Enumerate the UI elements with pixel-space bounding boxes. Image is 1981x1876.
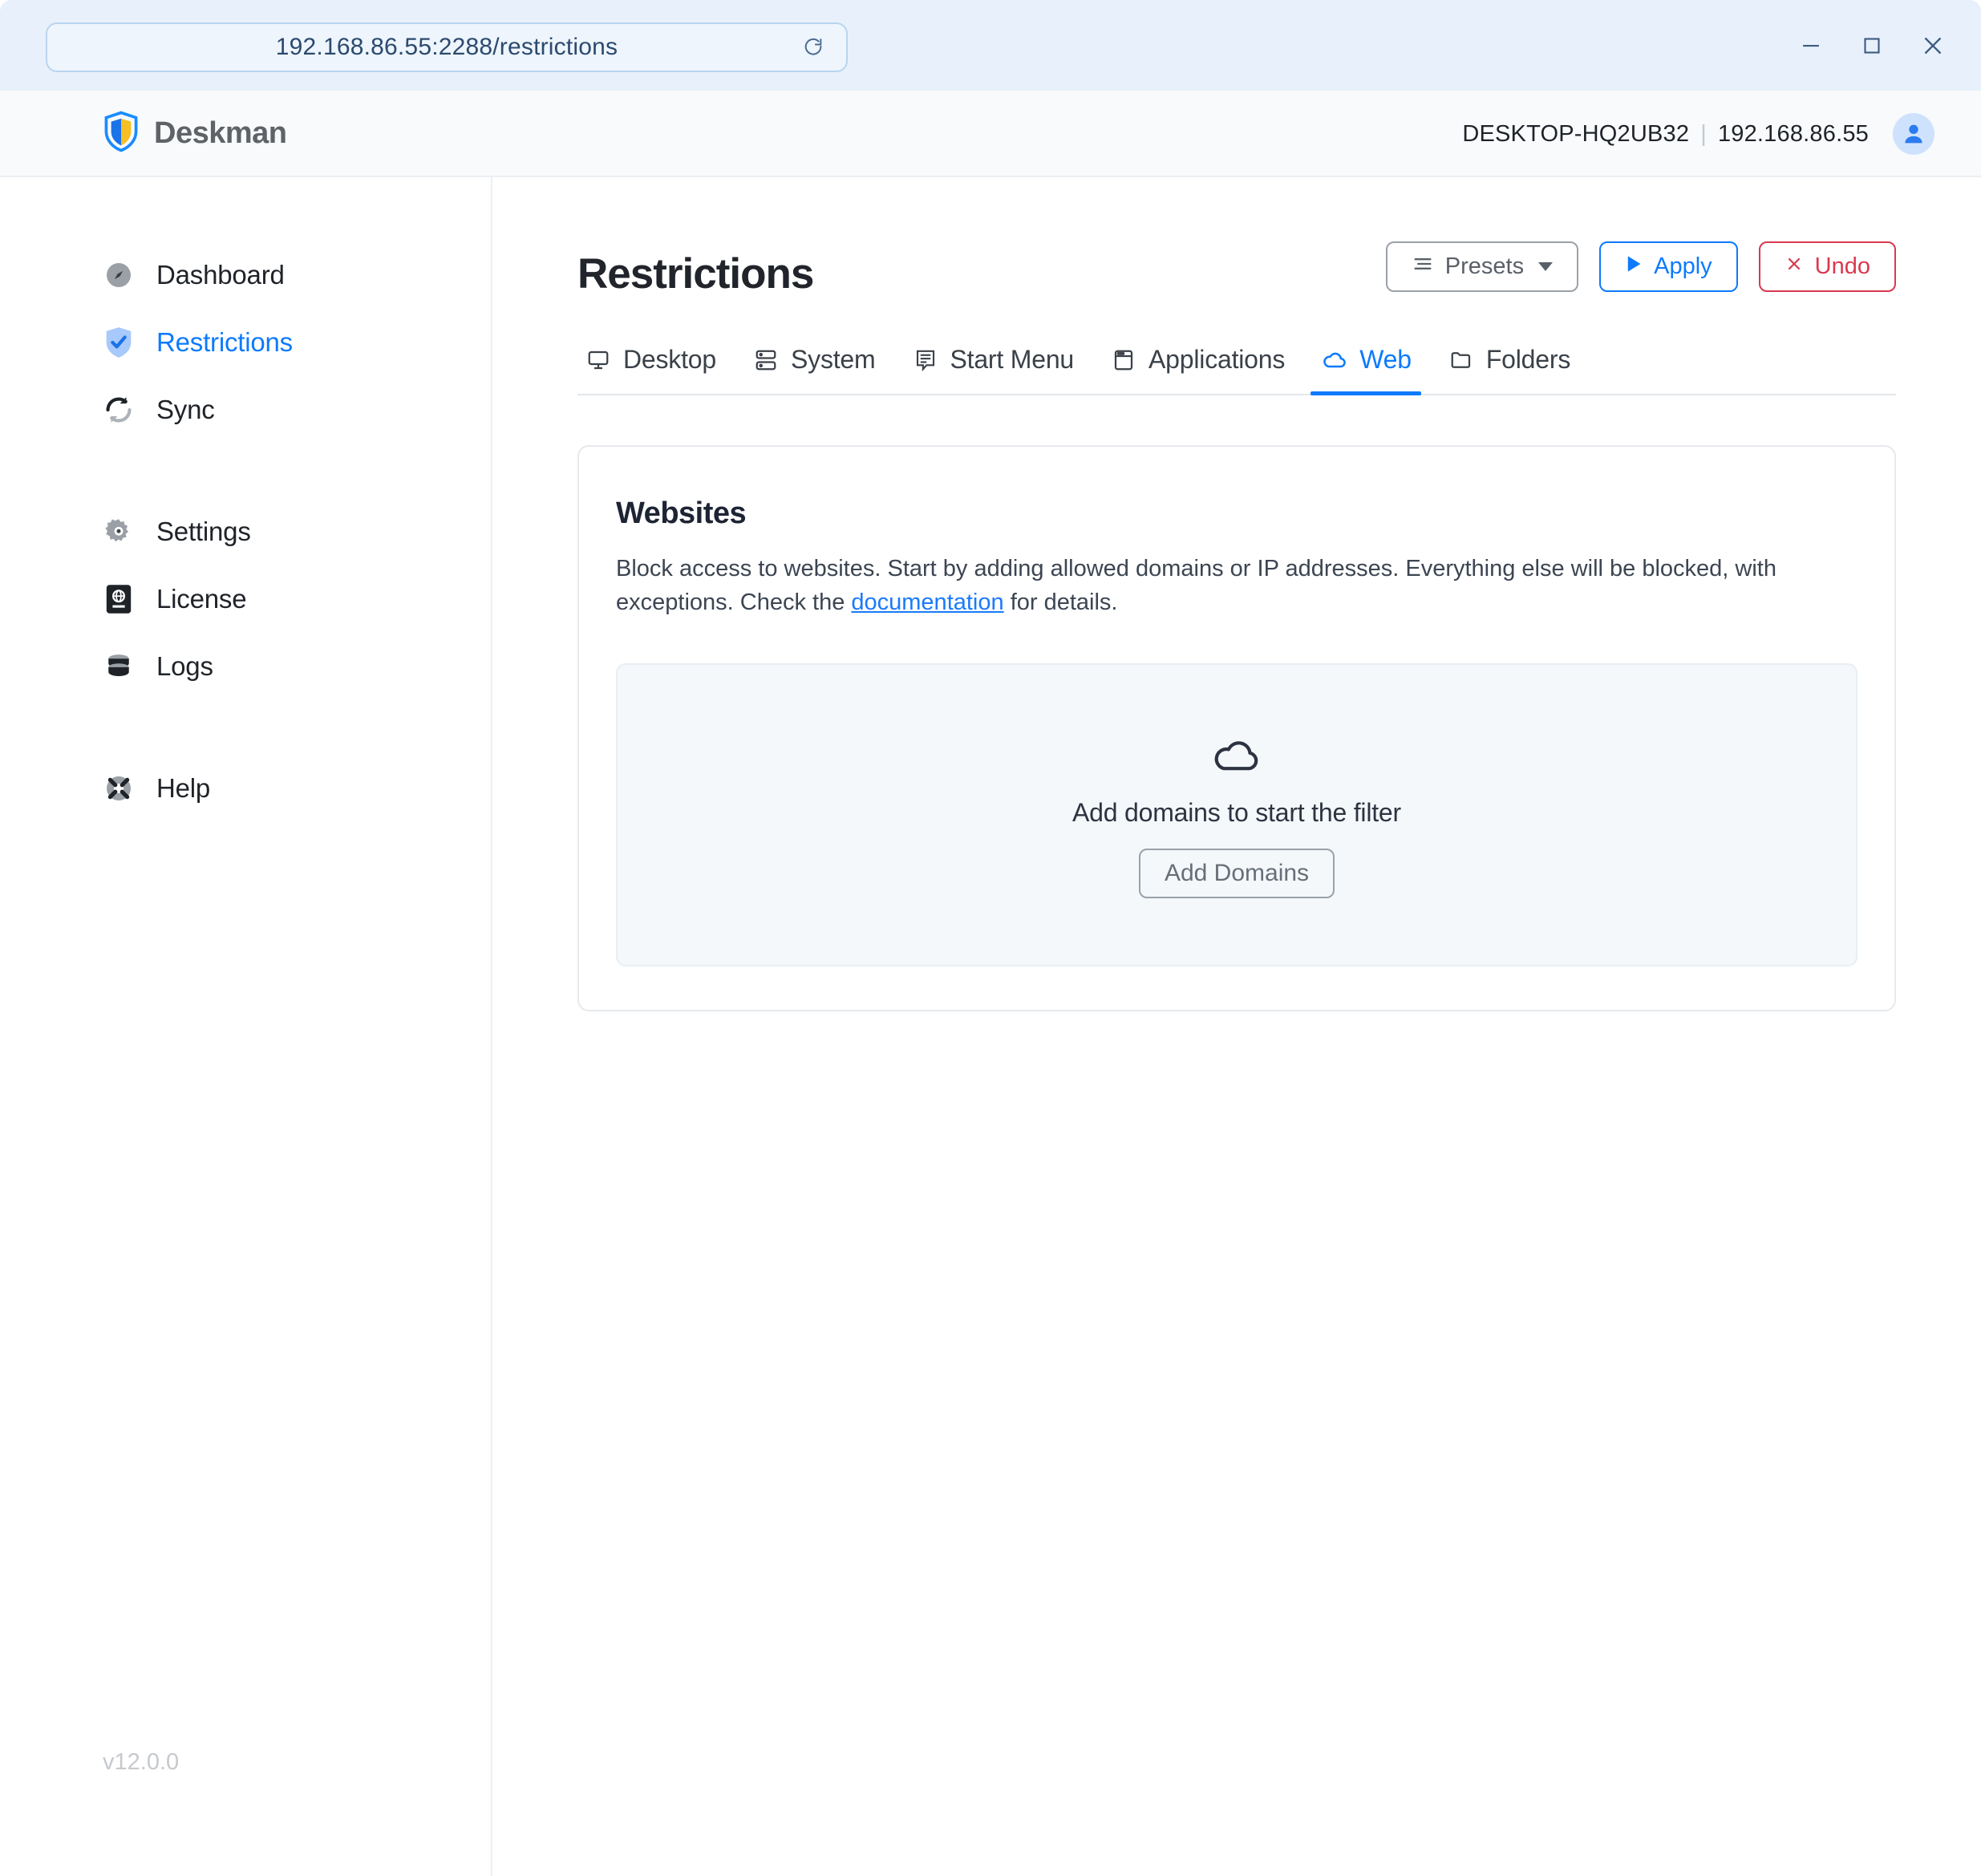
tab-web[interactable]: Web (1302, 345, 1429, 395)
undo-button[interactable]: Undo (1758, 241, 1896, 292)
sidebar-item-restrictions[interactable]: Restrictions (0, 309, 491, 376)
sidebar-item-label: License (156, 584, 247, 614)
sync-arrows-icon (103, 394, 135, 426)
host-name: DESKTOP-HQ2UB32 (1462, 120, 1690, 147)
apply-label: Apply (1654, 253, 1712, 279)
sidebar-item-settings[interactable]: Settings (0, 498, 491, 565)
sidebar-nav: Dashboard Restrictions Sync Settings Lic… (0, 177, 491, 822)
host-separator: | (1700, 120, 1707, 147)
database-icon (103, 650, 135, 683)
sidebar-item-label: Logs (156, 651, 213, 681)
tab-folders[interactable]: Folders (1429, 345, 1588, 394)
app-window-icon (1109, 346, 1138, 375)
sidebar-item-dashboard[interactable]: Dashboard (0, 241, 491, 309)
main-content: Restrictions Presets Apply Undo Desktop … (492, 177, 1981, 1876)
page-actions: Presets Apply Undo (1385, 241, 1896, 292)
tab-label: Start Menu (950, 345, 1075, 374)
compass-icon (103, 259, 135, 291)
sidebar-item-logs[interactable]: Logs (0, 633, 491, 700)
sidebar-item-label: Dashboard (156, 260, 285, 290)
app-header: Deskman DESKTOP-HQ2UB32 | 192.168.86.55 (0, 91, 1981, 177)
card-desc-after: for details. (1003, 590, 1118, 616)
tab-label: Desktop (623, 345, 716, 374)
sidebar-item-label: Restrictions (156, 327, 293, 357)
empty-state-text: Add domains to start the filter (1072, 797, 1401, 827)
host-info: DESKTOP-HQ2UB32 | 192.168.86.55 (1462, 121, 1869, 148)
undo-label: Undo (1814, 253, 1870, 279)
brand-name: Deskman (154, 115, 287, 150)
url-bar[interactable]: 192.168.86.55:2288/restrictions (46, 22, 848, 72)
window-titlebar: 192.168.86.55:2288/restrictions (0, 0, 1981, 91)
apply-button[interactable]: Apply (1599, 241, 1738, 292)
play-icon (1625, 253, 1643, 280)
sidebar-item-sync[interactable]: Sync (0, 376, 491, 444)
tab-label: Web (1359, 345, 1412, 374)
url-text: 192.168.86.55:2288/restrictions (275, 34, 618, 60)
shield-check-icon (103, 326, 135, 359)
header-right: DESKTOP-HQ2UB32 | 192.168.86.55 (1462, 91, 1934, 177)
user-avatar-icon[interactable] (1893, 113, 1934, 155)
maximize-button[interactable] (1841, 15, 1902, 76)
window-controls (1780, 0, 1963, 91)
tab-applications[interactable]: Applications (1092, 345, 1302, 394)
brand: Deskman (103, 111, 287, 156)
presets-button[interactable]: Presets (1385, 241, 1579, 292)
body: Dashboard Restrictions Sync Settings Lic… (0, 177, 1981, 1876)
menu-list-icon (911, 346, 940, 375)
restriction-tabs: Desktop System Start Menu Applications W… (577, 345, 1896, 395)
tab-desktop[interactable]: Desktop (577, 345, 734, 394)
add-domains-button[interactable]: Add Domains (1138, 848, 1335, 898)
sidebar: Dashboard Restrictions Sync Settings Lic… (0, 177, 492, 1876)
lifebuoy-icon (103, 772, 135, 804)
documentation-link[interactable]: documentation (851, 590, 1003, 615)
app-version: v12.0.0 (103, 1749, 180, 1775)
reload-icon[interactable] (801, 35, 825, 59)
folder-icon (1447, 346, 1476, 375)
tab-label: Applications (1148, 345, 1286, 374)
page-title: Restrictions (577, 250, 814, 298)
passport-icon (103, 583, 135, 615)
gear-icon (103, 516, 135, 548)
cloud-icon (1208, 731, 1266, 780)
page-header: Restrictions Presets Apply Undo (492, 177, 1981, 295)
sidebar-gap-2 (0, 700, 491, 755)
tab-start-menu[interactable]: Start Menu (893, 345, 1092, 394)
close-button[interactable] (1902, 15, 1963, 76)
minimize-button[interactable] (1780, 15, 1841, 76)
empty-state-panel: Add domains to start the filter Add Doma… (616, 662, 1857, 966)
tab-label: Folders (1485, 345, 1571, 374)
sidebar-item-help[interactable]: Help (0, 755, 491, 822)
sidebar-item-label: Settings (156, 517, 251, 546)
card-description: Block access to websites. Start by addin… (616, 552, 1795, 620)
cloud-icon (1320, 346, 1349, 375)
list-icon (1412, 253, 1434, 280)
close-icon (1785, 253, 1804, 280)
tab-system[interactable]: System (734, 345, 893, 394)
server-stack-icon (751, 346, 780, 375)
sidebar-item-license[interactable]: License (0, 565, 491, 633)
sidebar-item-label: Help (156, 773, 211, 803)
card-title: Websites (616, 496, 747, 530)
chevron-down-icon (1538, 262, 1554, 271)
sidebar-item-label: Sync (156, 395, 215, 424)
shield-logo-icon (103, 111, 140, 156)
websites-card: Websites Block access to websites. Start… (577, 445, 1896, 1011)
presets-label: Presets (1444, 253, 1525, 279)
host-ip: 192.168.86.55 (1717, 120, 1869, 147)
monitor-icon (584, 346, 613, 375)
tab-label: System (791, 345, 876, 374)
card-desc-before: Block access to websites. Start by addin… (616, 556, 1776, 616)
